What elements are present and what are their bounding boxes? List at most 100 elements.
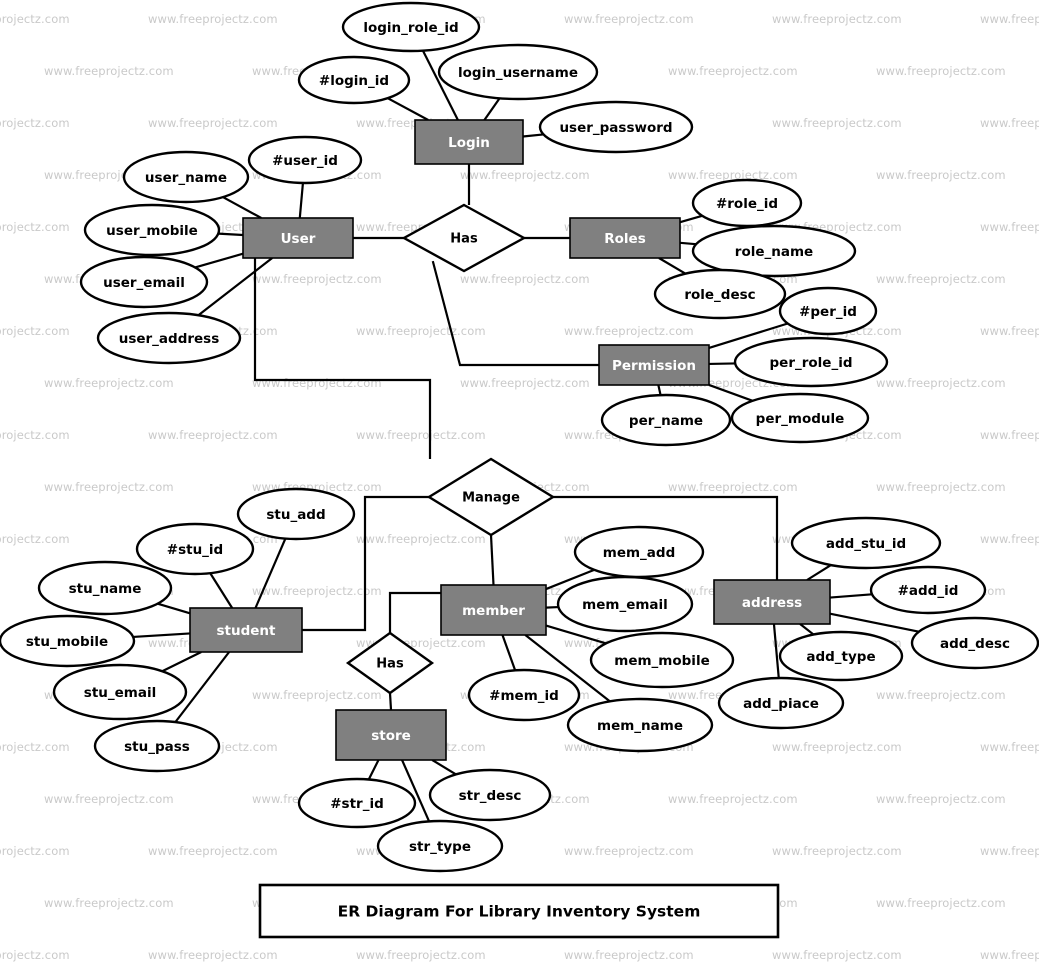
attribute-label: mem_email	[582, 597, 668, 613]
attribute-label: stu_pass	[124, 739, 190, 755]
edge-user-manage	[255, 258, 430, 459]
attribute-user_mobile[interactable]: user_mobile	[85, 205, 219, 255]
attribute-connector-role_id	[680, 216, 702, 222]
attribute-mem_name[interactable]: mem_name	[568, 699, 712, 751]
attribute-connector-add_id	[830, 594, 872, 597]
attribute-mem_email[interactable]: mem_email	[558, 577, 692, 631]
attribute-role_desc[interactable]: role_desc	[655, 270, 785, 318]
entity-label: address	[742, 595, 802, 611]
attribute-add_stu_id[interactable]: add_stu_id	[792, 518, 940, 568]
attribute-label: #user_id	[272, 153, 338, 169]
attribute-connector-user_password	[523, 134, 543, 136]
attribute-connector-str_desc	[432, 760, 456, 774]
entity-label: member	[462, 603, 525, 619]
attribute-login_role_id[interactable]: login_role_id	[343, 3, 479, 51]
attribute-label: stu_mobile	[26, 634, 108, 650]
attribute-str_desc[interactable]: str_desc	[430, 770, 550, 820]
attribute-stu_name[interactable]: stu_name	[39, 562, 171, 614]
entity-store[interactable]: store	[336, 710, 446, 760]
entity-roles[interactable]: Roles	[570, 218, 680, 258]
attribute-connector-per_module	[709, 385, 753, 401]
watermark-text: www.freeprojectz.com	[148, 948, 278, 962]
attribute-add_type[interactable]: add_type	[780, 632, 902, 680]
entity-login[interactable]: Login	[415, 120, 523, 164]
attribute-role_name[interactable]: role_name	[693, 226, 855, 276]
attribute-per_role_id[interactable]: per_role_id	[735, 338, 887, 386]
attribute-per_module[interactable]: per_module	[732, 394, 868, 442]
attribute-add_piace[interactable]: add_piace	[719, 678, 843, 728]
diagram-shapes: login_role_id #login_id login_usernameuser…	[0, 3, 1038, 871]
attribute-connector-role_name	[680, 243, 696, 244]
attribute-user_password[interactable]: user_password	[540, 102, 692, 152]
relationship-label: Manage	[462, 491, 520, 506]
watermark-text: www.freeprojectz.com	[772, 948, 902, 962]
attribute-connector-add_piace	[774, 624, 779, 678]
attribute-label: user_password	[559, 120, 672, 136]
attribute-mem_mobile[interactable]: mem_mobile	[591, 633, 733, 687]
attribute-stu_pass[interactable]: stu_pass	[95, 721, 219, 771]
watermark-text: www.freeprojectz.com	[0, 948, 70, 962]
attribute-stu_email[interactable]: stu_email	[54, 665, 186, 719]
relationship-has-member-store[interactable]: Has	[348, 633, 432, 693]
attribute-label: add_piace	[743, 696, 819, 712]
attribute-stu_add[interactable]: stu_add	[238, 489, 354, 539]
attribute-label: add_type	[806, 649, 875, 665]
attribute-connector-per_name	[658, 385, 660, 395]
attribute-role_id[interactable]: #role_id	[693, 180, 801, 226]
entity-student[interactable]: student	[190, 608, 302, 652]
attribute-label: mem_mobile	[614, 653, 709, 669]
attribute-user_name[interactable]: user_name	[124, 152, 248, 202]
entity-member[interactable]: member	[441, 585, 546, 635]
attribute-mem_id[interactable]: #mem_id	[469, 670, 579, 720]
relationship-label: Has	[450, 232, 478, 247]
attribute-login_username[interactable]: login_username	[439, 45, 597, 99]
entity-label: Permission	[612, 358, 696, 374]
attribute-per_name[interactable]: per_name	[602, 395, 730, 445]
attribute-str_id[interactable]: #str_id	[299, 779, 415, 827]
attribute-stu_id[interactable]: #stu_id	[137, 524, 253, 574]
attribute-label: per_role_id	[770, 355, 853, 371]
edge-has2-store	[390, 693, 391, 710]
er-diagram-svg: login_role_id #login_id login_usernameuser…	[0, 0, 1039, 941]
attribute-label: stu_name	[69, 581, 142, 597]
attribute-connector-stu_id	[210, 573, 232, 608]
attribute-label: #login_id	[319, 73, 389, 89]
attribute-stu_mobile[interactable]: stu_mobile	[0, 616, 134, 666]
attribute-connector-stu_name	[158, 604, 190, 614]
entity-user[interactable]: User	[243, 218, 353, 258]
attribute-login_id[interactable]: #login_id	[299, 57, 409, 103]
attribute-connector-login_id	[388, 98, 428, 120]
attribute-user_email[interactable]: user_email	[81, 257, 207, 307]
attribute-label: str_desc	[459, 788, 522, 804]
attribute-label: #stu_id	[167, 542, 223, 558]
attribute-label: user_mobile	[106, 223, 198, 239]
attribute-label: #add_id	[898, 583, 959, 599]
relationship-has-user-roles[interactable]: Has	[404, 205, 524, 271]
attribute-connector-user_mobile	[218, 234, 243, 235]
attribute-label: login_username	[458, 65, 578, 81]
entity-label: Login	[448, 135, 490, 151]
title-box: ER Diagram For Library Inventory System	[260, 885, 778, 937]
relationship-label: Has	[376, 657, 404, 672]
relationship-manage[interactable]: Manage	[429, 459, 553, 535]
attribute-add_id[interactable]: #add_id	[871, 567, 985, 613]
attribute-label: user_name	[145, 170, 227, 186]
attribute-connector-user_name	[223, 197, 261, 218]
attribute-connector-stu_mobile	[133, 633, 190, 636]
entity-permission[interactable]: Permission	[599, 345, 709, 385]
attribute-add_desc[interactable]: add_desc	[912, 618, 1038, 668]
attribute-label: #mem_id	[489, 688, 559, 704]
attribute-user_id[interactable]: #user_id	[249, 137, 361, 183]
entity-address[interactable]: address	[714, 580, 830, 624]
attribute-connector-add_desc	[830, 614, 919, 632]
attribute-label: add_desc	[940, 636, 1010, 652]
attribute-per_id[interactable]: #per_id	[780, 288, 876, 334]
attribute-str_type[interactable]: str_type	[378, 821, 502, 871]
edge-manage-member	[491, 535, 494, 585]
attribute-label: per_module	[756, 411, 845, 427]
attribute-user_address[interactable]: user_address	[98, 313, 240, 363]
attribute-label: mem_add	[603, 545, 675, 561]
attribute-label: str_type	[409, 839, 471, 855]
edge-has-permission	[433, 261, 599, 365]
attribute-mem_add[interactable]: mem_add	[575, 527, 703, 577]
